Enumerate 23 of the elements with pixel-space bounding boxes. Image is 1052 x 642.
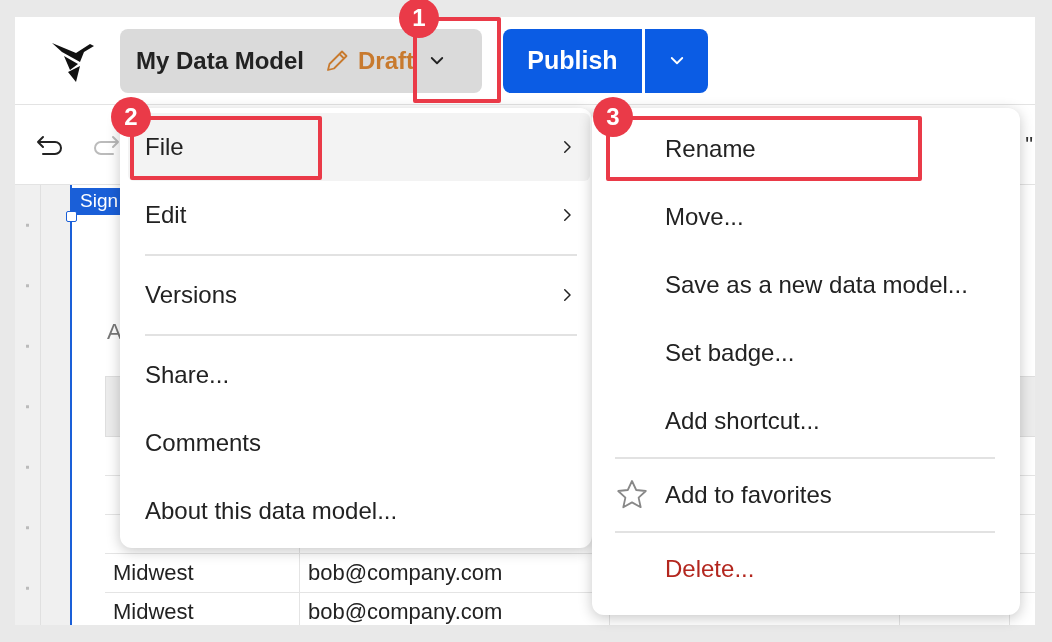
document-title: My Data Model <box>136 46 305 75</box>
resize-handle[interactable] <box>66 211 77 222</box>
menu-item[interactable]: Add to favorites <box>665 481 832 509</box>
menu-item[interactable]: Add shortcut... <box>665 407 820 435</box>
menu-item[interactable]: Rename <box>665 135 756 163</box>
draft-status: Draft <box>358 46 415 75</box>
menu-item[interactable]: Comments <box>128 409 590 477</box>
menu-item[interactable]: Share... <box>128 341 590 409</box>
table-cell: Midwest <box>105 554 300 593</box>
toolbar-text: " <box>1025 131 1033 158</box>
menu-item[interactable]: Set badge... <box>665 339 795 367</box>
page-subtitle: A <box>107 318 123 346</box>
menu-item[interactable]: Save as a new data model... <box>665 271 968 299</box>
menu-item[interactable]: About this data model... <box>128 477 590 545</box>
menu-item[interactable]: Versions <box>128 261 590 329</box>
table-cell: Midwest <box>105 593 300 625</box>
document-title-button[interactable]: My Data Model Draft <box>120 28 482 93</box>
menu-item[interactable]: Move... <box>665 203 744 231</box>
step-number-badge: 1 <box>399 0 439 38</box>
publish-options-button[interactable] <box>645 28 708 93</box>
menu-item[interactable]: Edit <box>128 181 590 249</box>
publish-button[interactable]: Publish <box>503 28 642 93</box>
menu-item[interactable]: Delete... <box>665 555 755 583</box>
